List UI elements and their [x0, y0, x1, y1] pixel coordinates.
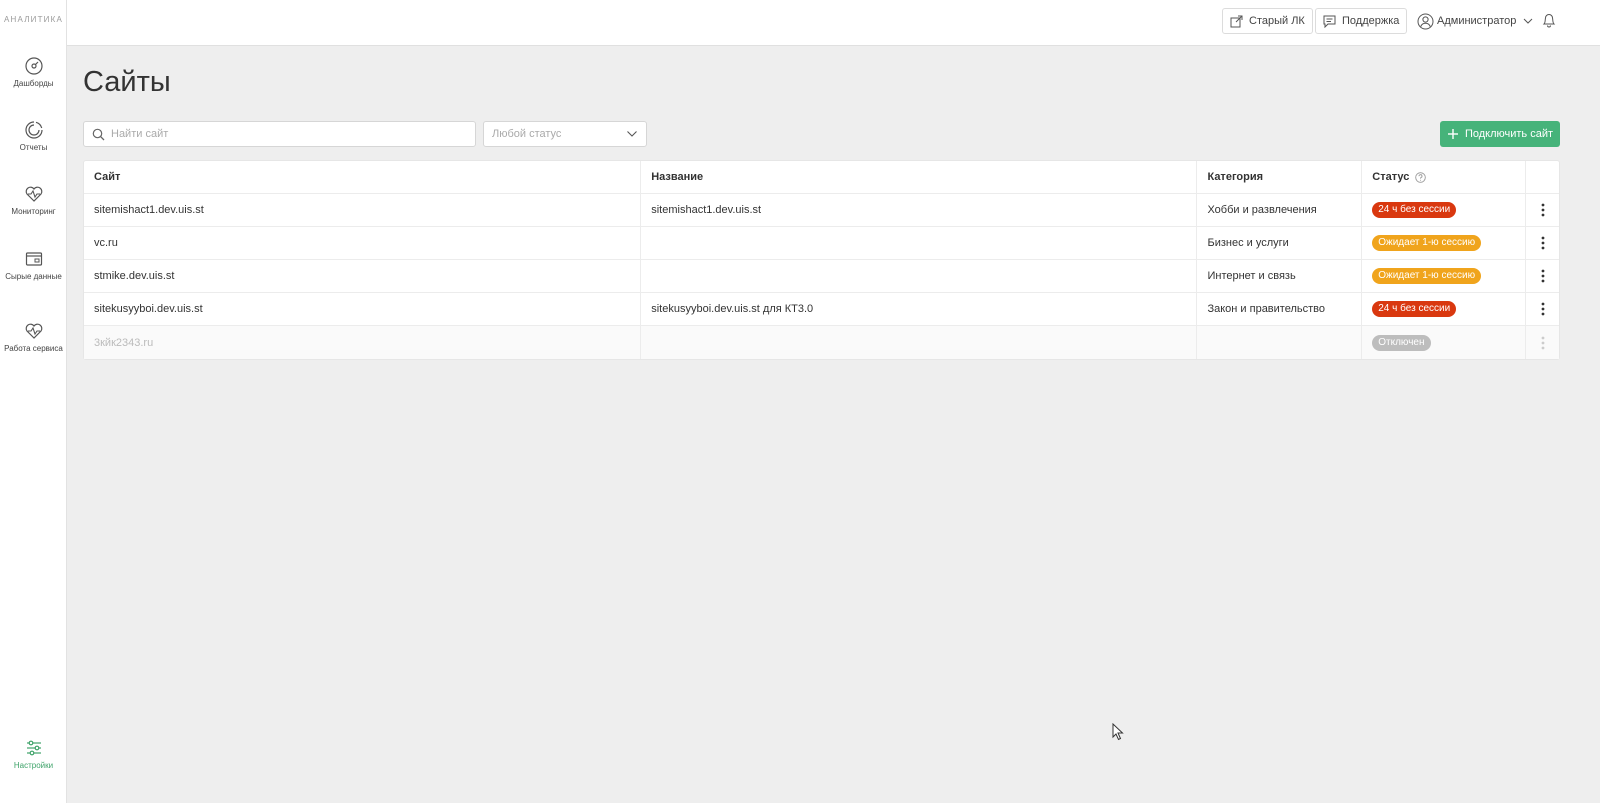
- cell-category: Закон и правительство: [1197, 293, 1363, 325]
- table-row[interactable]: 3кйк2343.ru Отключен: [84, 326, 1559, 359]
- column-header-name[interactable]: Название: [641, 161, 1198, 193]
- sidebar-item-monitoring[interactable]: Мониторинг: [0, 184, 67, 217]
- sidebar-item-label: Сырые данные: [5, 272, 62, 281]
- cell-name: sitekusyyboi.dev.uis.st для КТ3.0: [641, 293, 1198, 325]
- cell-site: stmike.dev.uis.st: [84, 260, 642, 292]
- row-menu-button[interactable]: [1526, 293, 1559, 325]
- column-header-site[interactable]: Сайт: [84, 161, 642, 193]
- chevron-down-icon: [1524, 18, 1533, 24]
- dashboard-icon: [24, 57, 43, 75]
- notifications-button[interactable]: [1542, 13, 1556, 33]
- sidebar-item-raw-data[interactable]: Сырые данные: [0, 249, 67, 282]
- status-badge: 24 ч без сессии: [1372, 301, 1457, 317]
- more-vertical-icon: [1541, 269, 1544, 283]
- sidebar-item-label: Работа сервиса: [4, 344, 63, 353]
- sidebar-item-label: Мониторинг: [11, 207, 56, 216]
- search-input[interactable]: [111, 128, 451, 140]
- cell-status: Ожидает 1-ю сессию: [1362, 260, 1527, 292]
- status-badge: Отключен: [1372, 334, 1431, 351]
- sites-table: Сайт Название Категория Статус sitemisha…: [83, 160, 1560, 360]
- table-row[interactable]: stmike.dev.uis.st Интернет и связь Ожидает…: [84, 260, 1559, 293]
- column-header-status-label: Статус: [1372, 171, 1410, 183]
- more-vertical-icon: [1541, 236, 1544, 250]
- monitoring-icon: [25, 186, 42, 202]
- table-row[interactable]: vc.ru Бизнес и услуги Ожидает 1-ю сессию: [84, 227, 1559, 260]
- settings-sliders-icon: [26, 740, 41, 756]
- old-lk-button[interactable]: Старый ЛК: [1222, 8, 1313, 34]
- cell-name: [641, 260, 1198, 292]
- cell-category: [1197, 326, 1363, 359]
- sidebar-item-label: Дашборды: [13, 79, 54, 88]
- cell-site: sitekusyyboi.dev.uis.st: [84, 293, 642, 325]
- cell-name: [641, 326, 1198, 359]
- status-filter-value: Любой статус: [492, 128, 562, 140]
- connect-site-label: Подключить сайт: [1464, 128, 1554, 140]
- cell-category: Хобби и развлечения: [1197, 194, 1363, 226]
- more-vertical-icon: [1541, 203, 1544, 217]
- table-row[interactable]: sitekusyyboi.dev.uis.st sitekusyyboi.dev.…: [84, 293, 1559, 326]
- status-badge: 24 ч без сессии: [1372, 202, 1457, 218]
- cell-site: vc.ru: [84, 227, 642, 259]
- status-filter-select[interactable]: Любой статус: [483, 121, 647, 147]
- cell-site: sitemishact1.dev.uis.st: [84, 194, 642, 226]
- chevron-down-icon: [627, 131, 637, 137]
- user-menu[interactable]: Администратор: [1417, 8, 1539, 34]
- external-link-icon: [1230, 15, 1243, 27]
- service-health-icon: [25, 323, 42, 339]
- support-label: Поддержка: [1342, 15, 1400, 27]
- sidebar-item-reports[interactable]: Отчеты: [0, 120, 67, 153]
- cell-category: Интернет и связь: [1197, 260, 1363, 292]
- cell-name: sitemishact1.dev.uis.st: [641, 194, 1198, 226]
- mouse-cursor-icon: [1112, 723, 1124, 741]
- cell-name: [641, 227, 1198, 259]
- row-menu-button[interactable]: [1526, 227, 1559, 259]
- sidebar-item-dashboards[interactable]: Дашборды: [0, 56, 67, 89]
- user-name: Администратор: [1437, 15, 1517, 27]
- more-vertical-icon: [1541, 302, 1544, 316]
- cell-site: 3кйк2343.ru: [84, 326, 642, 359]
- page-title: Сайты: [83, 66, 171, 98]
- search-box[interactable]: [83, 121, 476, 147]
- connect-site-button[interactable]: Подключить сайт: [1440, 121, 1560, 147]
- row-menu-button[interactable]: [1526, 194, 1559, 226]
- cell-category: Бизнес и услуги: [1197, 227, 1363, 259]
- plus-icon: [1447, 129, 1458, 139]
- cell-status: Отключен: [1362, 326, 1527, 359]
- top-bar: Старый ЛК Поддержка Администратор: [67, 0, 1600, 46]
- help-circle-icon[interactable]: [1415, 171, 1427, 183]
- column-header-status[interactable]: Статус: [1362, 161, 1527, 193]
- cell-status: 24 ч без сессии: [1362, 194, 1527, 226]
- row-menu-button[interactable]: [1526, 326, 1559, 359]
- cell-status: 24 ч без сессии: [1362, 293, 1527, 325]
- more-vertical-icon: [1541, 336, 1544, 349]
- reports-icon: [24, 121, 43, 139]
- sidebar-item-service-health[interactable]: Работа сервиса: [0, 321, 67, 354]
- sidebar: АНАЛИТИКА Дашборды Отчеты Мониторинг Сыр…: [0, 0, 67, 803]
- chat-icon: [1323, 15, 1336, 28]
- raw-data-icon: [25, 252, 42, 266]
- cell-status: Ожидает 1-ю сессию: [1362, 227, 1527, 259]
- search-icon: [92, 128, 105, 140]
- support-button[interactable]: Поддержка: [1315, 8, 1408, 34]
- old-lk-label: Старый ЛК: [1249, 15, 1305, 27]
- table-row[interactable]: sitemishact1.dev.uis.st sitemishact1.dev.…: [84, 194, 1559, 227]
- sidebar-item-label: Настройки: [13, 761, 54, 770]
- status-badge: Ожидает 1-ю сессию: [1372, 268, 1482, 284]
- sidebar-item-label: Отчеты: [19, 143, 48, 152]
- brand-logo: АНАЛИТИКА: [3, 15, 64, 24]
- status-badge: Ожидает 1-ю сессию: [1372, 235, 1482, 251]
- column-header-category[interactable]: Категория: [1197, 161, 1363, 193]
- sidebar-item-settings[interactable]: Настройки: [0, 738, 67, 771]
- bell-icon: [1542, 14, 1556, 28]
- user-avatar-icon: [1417, 13, 1434, 29]
- row-menu-button[interactable]: [1526, 260, 1559, 292]
- table-header: Сайт Название Категория Статус: [84, 161, 1559, 194]
- column-header-actions: [1526, 161, 1559, 193]
